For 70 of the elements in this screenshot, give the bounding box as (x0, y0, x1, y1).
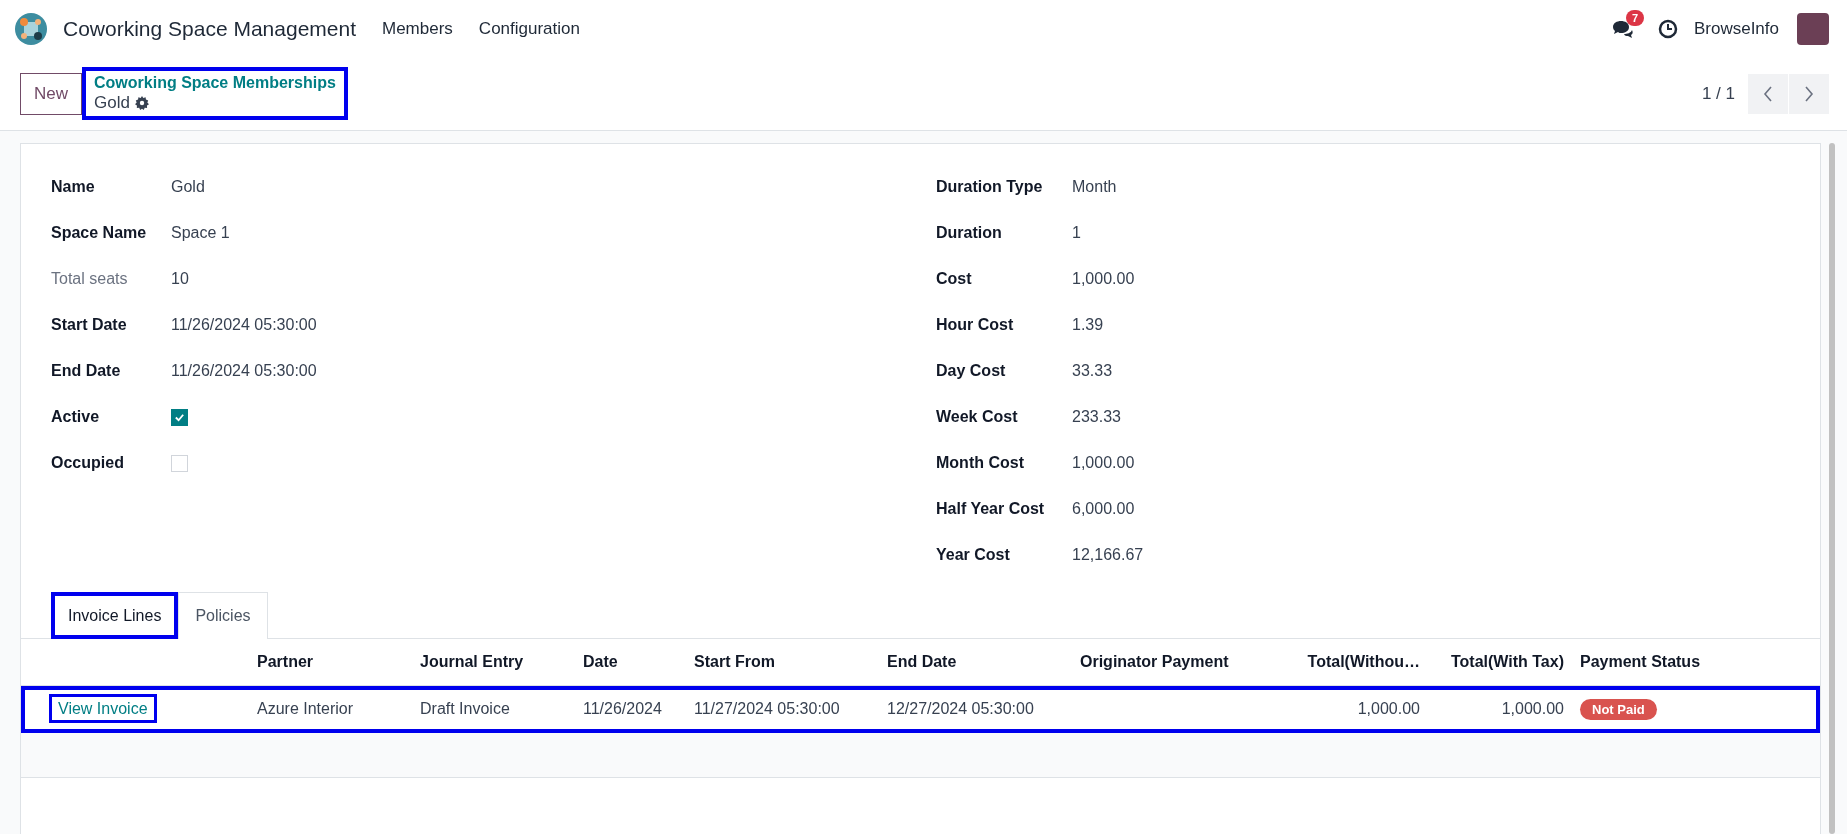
status-badge: Not Paid (1580, 699, 1657, 720)
field-label: Name (51, 178, 96, 196)
scrollbar[interactable] (1829, 143, 1835, 834)
tab[interactable]: Invoice Lines (51, 592, 179, 639)
field-label: Start Date (51, 316, 128, 334)
field-label: Occupied (51, 454, 125, 472)
field-value: Gold (171, 178, 205, 196)
column-header[interactable]: Journal Entry (412, 653, 575, 671)
field-label: Week Cost (936, 408, 1019, 426)
field-value: 10 (171, 270, 189, 288)
clock-icon[interactable] (1657, 18, 1678, 39)
menu-item[interactable]: Members (382, 18, 453, 39)
checkbox[interactable] (171, 408, 188, 426)
field-value: 33.33 (1072, 362, 1113, 380)
table-cell-text: Draft Invoice (419, 700, 511, 718)
notification-badge: 7 (1625, 9, 1645, 26)
field-label: Space Name (51, 224, 148, 242)
column-header[interactable]: Payment Status (1572, 653, 1820, 671)
tab[interactable]: Policies (178, 592, 268, 639)
column-header[interactable]: Date (575, 653, 686, 671)
pager-counter: 1 / 1 (1701, 83, 1735, 104)
field-value: 11/26/2024 05:30:00 (171, 316, 317, 334)
field-label: Year Cost (936, 546, 1011, 564)
field-value: 12,166.67 (1072, 546, 1144, 564)
chevron-right-icon (1804, 85, 1814, 102)
table-cell-text: 11/27/2024 05:30:00 (693, 700, 841, 718)
table-cell-text: Azure Interior (256, 700, 355, 718)
field-label: Duration (936, 224, 1003, 242)
field-label: Active (51, 408, 101, 426)
table-cell-text: 11/26/2024 (582, 700, 663, 718)
field-label: Cost (936, 270, 973, 288)
field-value: 1,000.00 (1072, 270, 1135, 288)
app-logo-icon[interactable] (15, 12, 47, 45)
column-header[interactable]: Originator Payment (1072, 653, 1272, 671)
field-value: Month (1072, 178, 1117, 196)
field-value: 1 (1072, 224, 1081, 242)
field-value: 1.39 (1072, 316, 1104, 334)
table-cell-text: 1,000.00 (1356, 700, 1421, 718)
field-label: End Date (51, 362, 122, 380)
field-label: Total seats (51, 270, 129, 288)
field-value: 11/26/2024 05:30:00 (171, 362, 317, 380)
field-label: Half Year Cost (936, 500, 1046, 518)
field-label: Month Cost (936, 454, 1025, 472)
chevron-left-icon (1763, 85, 1773, 102)
breadcrumb-link[interactable]: Coworking Space Memberships (94, 74, 336, 92)
checkmark-icon (174, 411, 185, 423)
field-value: 1,000.00 (1072, 454, 1135, 472)
column-header[interactable]: End Date (879, 653, 1072, 671)
column-header[interactable]: Total(Withou… (1272, 653, 1428, 671)
chat-icon[interactable] (1611, 19, 1634, 38)
table-cell-text: 12/27/2024 05:30:00 (886, 700, 1035, 718)
field-label: Day Cost (936, 362, 1007, 380)
settings-icon[interactable] (134, 96, 149, 110)
app-title[interactable]: Coworking Space Management (63, 16, 356, 41)
field-label: Duration Type (936, 178, 1044, 196)
field-label: Hour Cost (936, 316, 1015, 334)
view-invoice-link[interactable]: View Invoice (49, 694, 157, 723)
column-header[interactable]: Total(With Tax) (1428, 653, 1572, 671)
menu-item[interactable]: Configuration (478, 18, 580, 39)
field-value: 233.33 (1072, 408, 1121, 426)
user-name[interactable]: BrowseInfo (1693, 18, 1779, 39)
field-value: Space 1 (171, 224, 230, 242)
table-cell-text: 1,000.00 (1500, 700, 1565, 718)
user-avatar[interactable] (1797, 12, 1829, 45)
record-title: Gold (94, 93, 130, 113)
table-row[interactable]: View Invoice Azure Interior Draft Invoice 11/26/2024 11/27/2024 05:30:00 12/27/2024 05:30:00 1,000.00 1,000.00 Not Paid (21, 686, 1820, 733)
column-header[interactable]: Start From (686, 653, 879, 671)
field-value: 6,000.00 (1072, 500, 1135, 518)
new-button[interactable]: New (20, 72, 82, 115)
column-header[interactable]: Partner (249, 653, 412, 671)
